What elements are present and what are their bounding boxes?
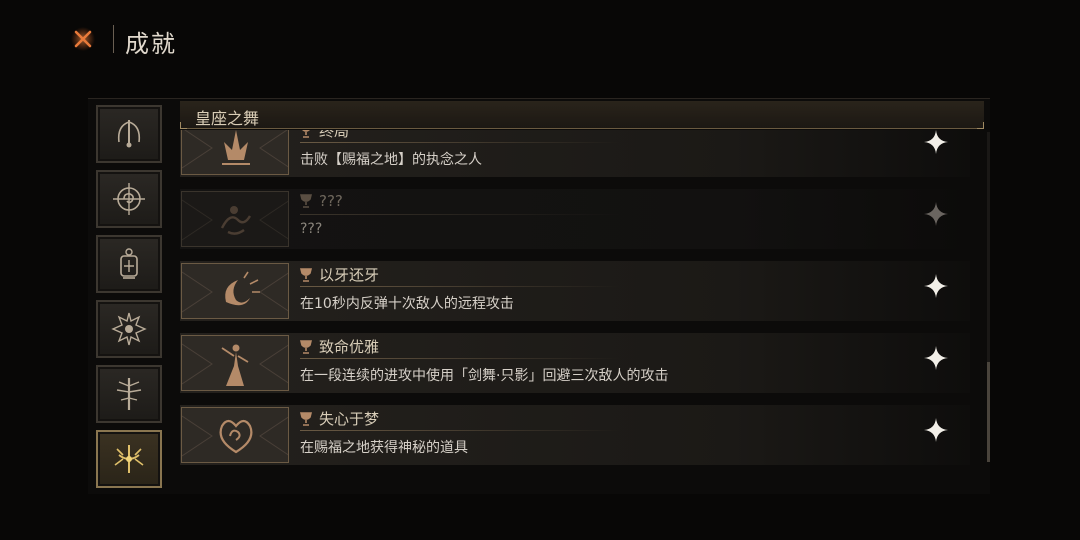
achievement-thumbnail [181,407,289,463]
four-point-star-icon [924,130,948,154]
achievement-desc: 在赐福之地获得神秘的道具 [300,440,468,456]
achievement-title: 致命优雅 [300,336,379,357]
compass-swirl-icon [113,183,145,215]
four-point-star-icon [924,274,948,298]
goblet-icon [300,411,312,426]
goblet-icon [300,267,312,282]
crescent-burst-icon [182,271,288,313]
achievement-title: ??? [300,192,343,210]
radiant-crown-icon [114,445,144,473]
achievement-desc: 击败【赐福之地】的执念之人 [300,152,482,168]
swirl-figure-icon [182,199,288,241]
achievement-thumbnail [181,263,289,319]
goblet-icon [300,194,312,208]
category-sidebar [96,102,166,492]
corner-ornament-right [977,122,984,129]
close-button[interactable] [68,24,98,54]
achievement-desc: 在10秒内反弹十次敌人的远程攻击 [300,296,514,312]
achievement-desc: ??? [300,221,323,237]
sidebar-tab-1[interactable] [96,105,162,163]
achievement-row[interactable]: 致命优雅 在一段连续的进攻中使用「剑舞·只影」回避三次敌人的攻击 [180,333,980,393]
lantern-icon [120,248,138,279]
spiral-heart-icon [182,415,288,457]
goblet-icon [302,130,310,138]
close-x-icon [71,27,95,51]
sidebar-tab-2[interactable] [96,170,162,228]
corner-ornament-left [180,122,187,129]
four-point-star-icon [924,202,948,226]
scrollbar[interactable] [987,132,990,462]
category-header: 皇座之舞 [180,101,984,129]
four-point-star-icon [924,346,948,370]
sword-tree-icon [116,378,142,410]
achievement-title: 终局 [300,130,349,141]
crown-spire-icon [182,130,288,169]
arch-blade-icon [117,120,141,148]
achievement-row[interactable]: 以牙还牙 在10秒内反弹十次敌人的远程攻击 [180,261,980,321]
achievement-thumbnail [181,130,289,175]
achievement-thumbnail [181,191,289,247]
goblet-icon [300,339,312,354]
achievement-row[interactable]: 失心于梦 在赐福之地获得神秘的道具 [180,405,980,465]
header-divider [113,25,114,53]
achievement-thumbnail [181,335,289,391]
achievement-desc: 在一段连续的进攻中使用「剑舞·只影」回避三次敌人的攻击 [300,368,669,384]
sidebar-tab-5[interactable] [96,365,162,423]
category-title: 皇座之舞 [195,109,260,128]
achievement-title: 失心于梦 [300,408,379,429]
achievement-row[interactable]: 终局 击败【赐福之地】的执念之人 [180,130,980,177]
page-title: 成就 [125,30,177,58]
sidebar-tab-6[interactable] [96,430,162,488]
sidebar-tab-3[interactable] [96,235,162,293]
spiked-eye-icon [111,312,147,346]
achievement-row[interactable]: ??? ??? [180,189,980,249]
scrollbar-thumb[interactable] [987,362,990,462]
sidebar-tab-4[interactable] [96,300,162,358]
four-point-star-icon [924,418,948,442]
achievement-title: 以牙还牙 [300,264,379,285]
achievement-list[interactable]: 终局 击败【赐福之地】的执念之人 ??? ??? 以牙还牙 在10秒内反弹十次敌… [180,130,984,492]
dancer-icon [182,343,288,386]
